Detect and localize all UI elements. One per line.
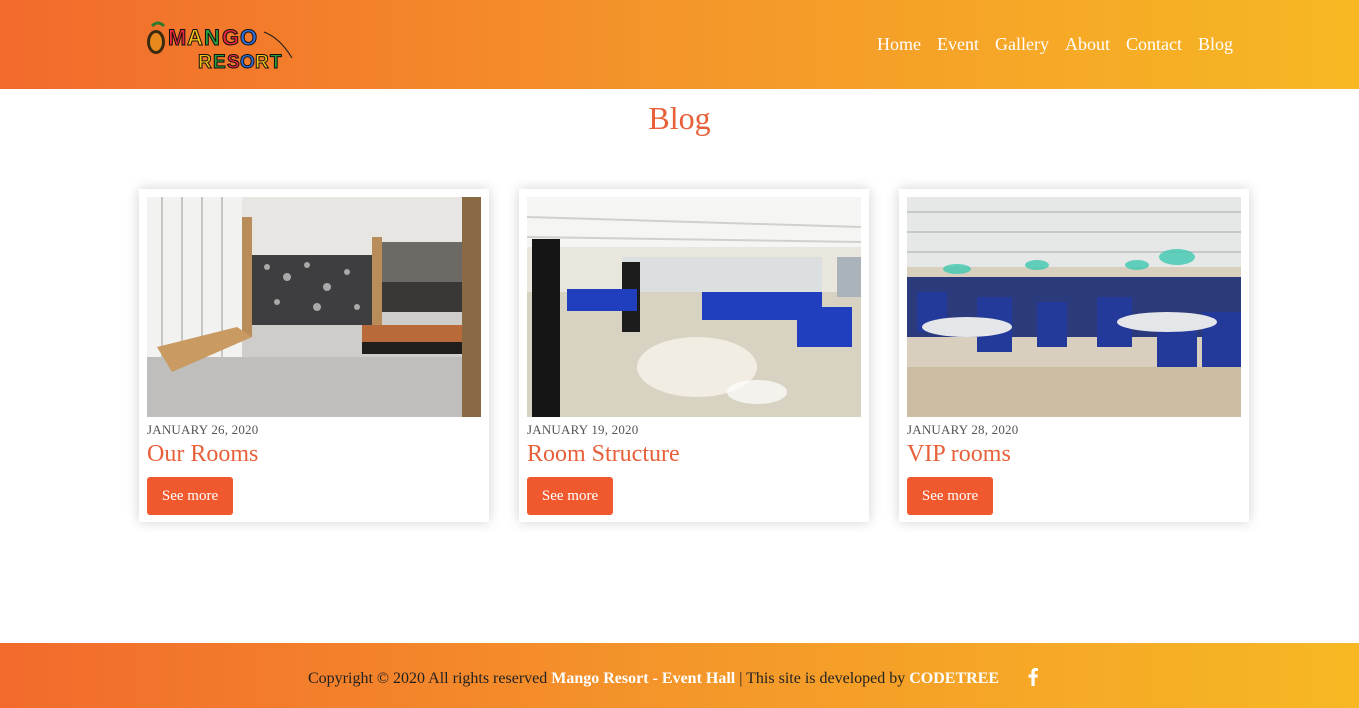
nav-event[interactable]: Event — [929, 34, 987, 55]
blog-card-image[interactable] — [147, 197, 481, 417]
site-name: Mango Resort - Event Hall — [551, 670, 736, 687]
blog-card-image[interactable] — [527, 197, 861, 417]
svg-text:E: E — [213, 52, 226, 73]
see-more-button[interactable]: See more — [527, 477, 613, 515]
svg-text:A: A — [187, 25, 203, 50]
svg-text:R: R — [198, 52, 212, 73]
nav-about[interactable]: About — [1057, 34, 1118, 55]
nav-gallery[interactable]: Gallery — [987, 34, 1057, 55]
nav-home[interactable]: Home — [869, 34, 929, 55]
developer-name[interactable]: CODETREE — [909, 670, 999, 687]
post-date: JANUARY 26, 2020 — [147, 422, 259, 437]
blog-card-image[interactable] — [907, 197, 1241, 417]
footer-copyright: Copyright © 2020 All rights reserved Man… — [308, 670, 999, 688]
page-title: Blog — [648, 100, 711, 136]
svg-text:N: N — [204, 25, 220, 50]
blog-card: JANUARY 28, 2020 VIP rooms See more — [899, 189, 1249, 522]
site-footer: Copyright © 2020 All rights reserved Man… — [0, 643, 1359, 708]
developed-by-text: This site is developed by — [746, 670, 906, 687]
mango-resort-logo[interactable]: M A N G O R E S O R T — [142, 18, 298, 74]
svg-text:S: S — [227, 52, 240, 73]
main-nav: Home Event Gallery About Contact Blog — [869, 34, 1241, 55]
svg-text:O: O — [240, 25, 257, 50]
see-more-button[interactable]: See more — [907, 477, 993, 515]
copyright-text: Copyright © 2020 All rights reserved — [308, 670, 548, 687]
footer-separator: | — [735, 670, 747, 687]
facebook-icon[interactable] — [1028, 668, 1040, 686]
blog-card: JANUARY 26, 2020 Our Rooms See more — [139, 189, 489, 522]
post-date: JANUARY 19, 2020 — [527, 422, 639, 437]
svg-text:M: M — [168, 25, 186, 50]
blog-card: JANUARY 19, 2020 Room Structure See more — [519, 189, 869, 522]
post-title[interactable]: Our Rooms — [147, 441, 258, 468]
site-header: M A N G O R E S O R T Home Event Gallery… — [0, 0, 1359, 89]
nav-blog[interactable]: Blog — [1190, 34, 1241, 55]
svg-text:R: R — [255, 52, 269, 73]
nav-contact[interactable]: Contact — [1118, 34, 1190, 55]
post-date: JANUARY 28, 2020 — [907, 422, 1019, 437]
see-more-button[interactable]: See more — [147, 477, 233, 515]
svg-text:O: O — [240, 52, 255, 73]
svg-text:T: T — [270, 52, 282, 73]
post-title[interactable]: VIP rooms — [907, 441, 1011, 468]
svg-text:G: G — [222, 25, 239, 50]
post-title[interactable]: Room Structure — [527, 441, 680, 468]
